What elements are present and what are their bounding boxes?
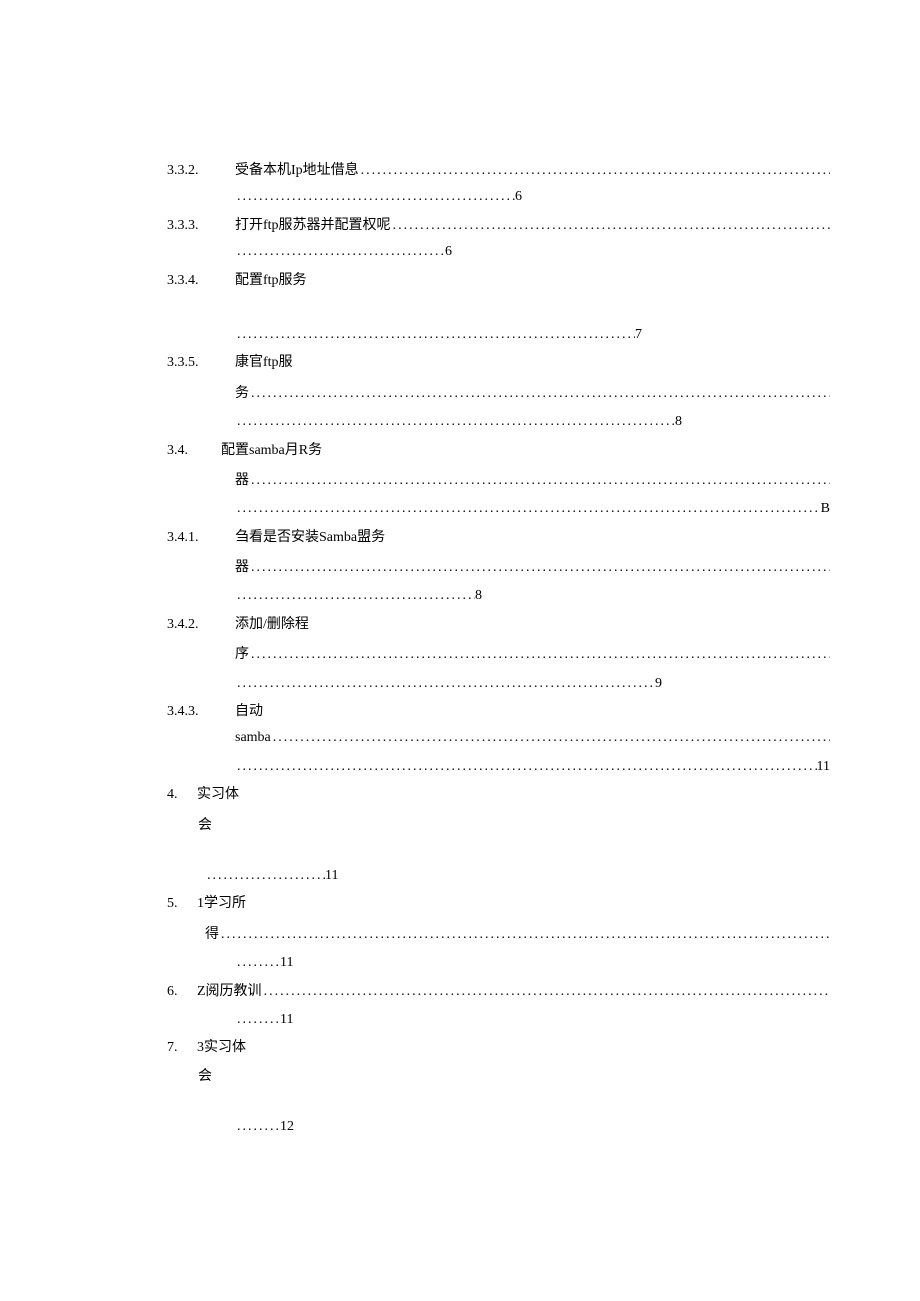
- toc-continuation: 器: [95, 557, 830, 579]
- toc-continuation: 7: [95, 324, 830, 346]
- toc-entry-335: 3.3.5. 康官ftp服: [95, 352, 830, 374]
- toc-title: 受备本机Ip地址借息: [235, 160, 359, 182]
- toc-page: 6: [445, 241, 452, 263]
- toc-dots: [219, 924, 830, 946]
- toc-entry-333: 3.3.3. 打开ftp服苏器并配置权呢: [95, 215, 830, 237]
- toc-number: 3.4.3.: [95, 701, 235, 723]
- toc-dots: [235, 673, 655, 695]
- toc-dots: [249, 557, 830, 579]
- toc-title: 3实习体: [197, 1037, 246, 1059]
- toc-title: 康官ftp服: [235, 352, 293, 374]
- toc-page: 8: [475, 585, 482, 607]
- toc-number: 3.4.2.: [95, 614, 235, 636]
- toc-title: 配置samba月R务: [221, 440, 322, 462]
- toc-continuation: 8: [95, 585, 830, 607]
- toc-entry-332: 3.3.2. 受备本机Ip地址借息: [95, 160, 830, 182]
- toc-title-part2: 会: [95, 1066, 830, 1088]
- toc-title: 刍看是否安装Samba盟务: [235, 527, 385, 549]
- toc-entry-343: 3.4.3. 自动: [95, 701, 830, 723]
- toc-dots: [235, 756, 817, 778]
- toc-number: 3.3.2.: [95, 160, 235, 182]
- toc-number: 3.4.1.: [95, 527, 235, 549]
- toc-continuation: 序: [95, 644, 830, 666]
- toc-dots: [235, 241, 445, 263]
- toc-number: 3.3.5.: [95, 352, 235, 374]
- toc-entry-341: 3.4.1. 刍看是否安装Samba盟务: [95, 527, 830, 549]
- toc-title: 打开ftp服苏器并配置权呢: [235, 215, 391, 237]
- toc-dots: [235, 585, 475, 607]
- toc-number: 7.: [167, 1037, 197, 1059]
- toc-dots: [249, 383, 830, 405]
- toc-title-part2: 器: [235, 557, 249, 579]
- toc-entry-7: 7. 3实习体: [95, 1037, 830, 1059]
- toc-number: 4.: [167, 784, 197, 806]
- toc-page: 12: [280, 1116, 294, 1138]
- toc-continuation: 9: [95, 673, 830, 695]
- toc-continuation: B: [95, 498, 830, 520]
- toc-continuation: 务: [95, 383, 830, 405]
- toc-title-part2: 器: [235, 470, 249, 492]
- toc-title-part2: 务: [235, 383, 249, 405]
- toc-continuation: 6: [95, 186, 830, 208]
- toc-dots: [249, 644, 830, 666]
- toc-entry-5: 5. 1学习所: [95, 893, 830, 915]
- toc-dots: [205, 865, 325, 887]
- toc-entry-342: 3.4.2. 添加/删除程: [95, 614, 830, 636]
- toc-page: 8: [675, 411, 682, 433]
- toc-title: 实习体: [197, 784, 239, 806]
- toc-title-part2: 会: [95, 815, 830, 837]
- toc-page: B: [821, 498, 830, 520]
- toc-continuation: 得: [95, 924, 830, 946]
- toc-dots: [235, 1009, 280, 1031]
- toc-number: 3.4.: [95, 440, 221, 462]
- toc-dots: [235, 324, 635, 346]
- toc-title-part2: 得: [205, 924, 219, 946]
- toc-number: 3.3.3.: [95, 215, 235, 237]
- toc-page: 11: [817, 756, 830, 778]
- toc-title: 自动: [235, 701, 263, 723]
- toc-number: 5.: [167, 893, 197, 915]
- toc-dots: [235, 952, 280, 974]
- toc-continuation: samba: [95, 727, 830, 749]
- toc-title: 配置ftp服务: [235, 270, 307, 292]
- toc-continuation: 器: [95, 470, 830, 492]
- toc-dots: [235, 498, 821, 520]
- toc-page: 11: [280, 952, 293, 974]
- toc-title: Z阅历教训: [197, 981, 262, 1003]
- toc-continuation: 8: [95, 411, 830, 433]
- toc-entry-4: 4. 实习体: [95, 784, 830, 806]
- toc-continuation: 11: [95, 952, 830, 974]
- toc-dots: [271, 727, 830, 749]
- toc-continuation: 6: [95, 241, 830, 263]
- toc-title-part2: samba: [235, 727, 271, 749]
- toc-continuation: 11: [95, 1009, 830, 1031]
- toc-number: 3.3.4.: [95, 270, 235, 292]
- toc-continuation: 12: [95, 1116, 830, 1138]
- toc-dots: [235, 186, 515, 208]
- toc-dots: [235, 1116, 280, 1138]
- toc-continuation: 11: [95, 756, 830, 778]
- toc-page: 6: [515, 186, 522, 208]
- toc-page: 9: [655, 673, 662, 695]
- toc-number: 6.: [167, 981, 197, 1003]
- toc-page: 11: [325, 865, 338, 887]
- toc-title: 1学习所: [197, 893, 246, 915]
- toc-entry-6: 6. Z阅历教训: [95, 981, 830, 1003]
- toc-page: 11: [280, 1009, 293, 1031]
- toc-dots: [249, 470, 830, 492]
- toc-dots: [391, 215, 830, 237]
- toc-dots: [359, 160, 830, 182]
- toc-entry-34: 3.4. 配置samba月R务: [95, 440, 830, 462]
- toc-title: 添加/删除程: [235, 614, 309, 636]
- toc-page: 7: [635, 324, 642, 346]
- toc-continuation: 11: [95, 865, 830, 887]
- toc-entry-334: 3.3.4. 配置ftp服务: [95, 270, 830, 292]
- toc-dots: [262, 981, 830, 1003]
- toc-dots: [235, 411, 675, 433]
- toc-title-part2: 序: [235, 644, 249, 666]
